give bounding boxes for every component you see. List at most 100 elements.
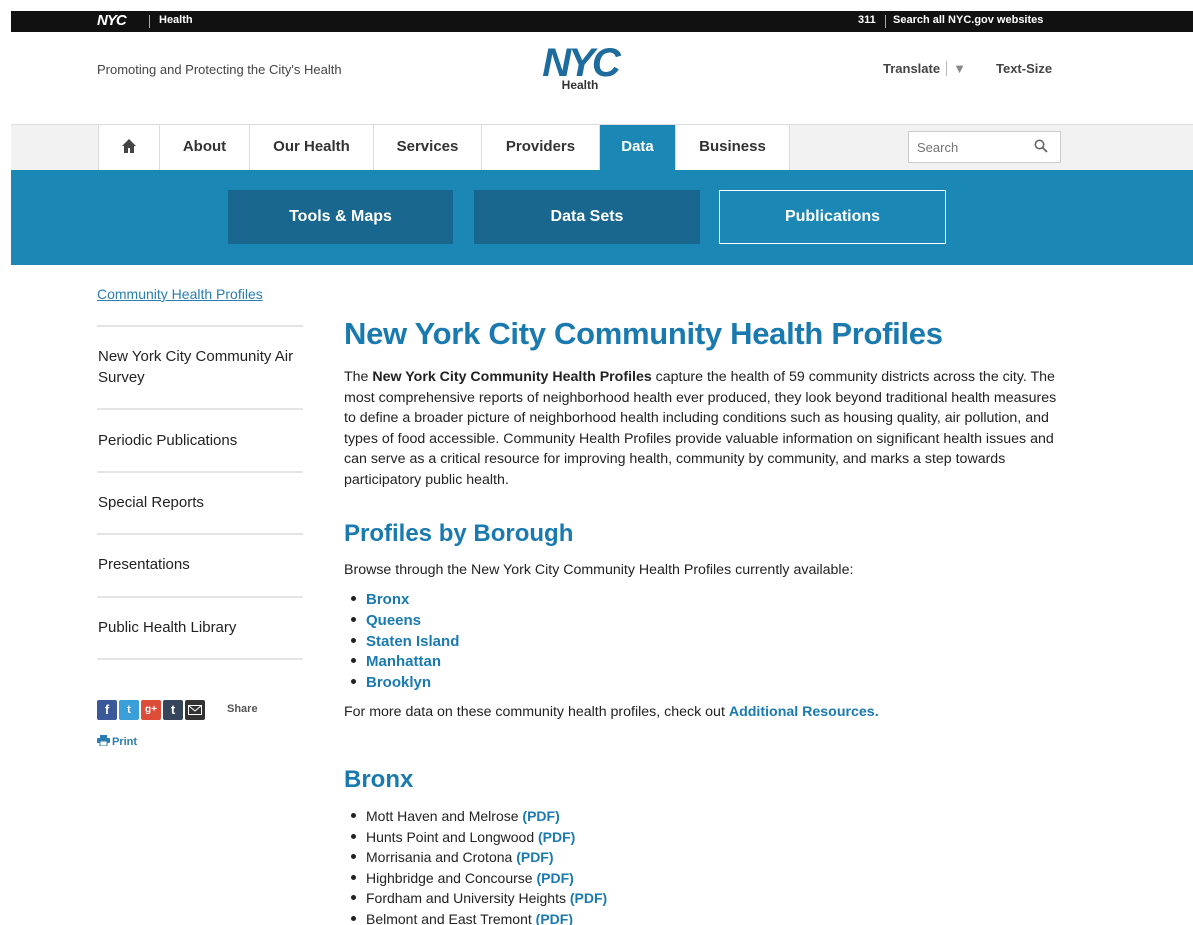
list-item: Highbridge and Concourse (PDF) [351,868,607,889]
nav-services[interactable]: Services [373,125,481,171]
share-label[interactable]: Share [227,703,258,715]
bullet [351,915,356,921]
facebook-icon[interactable]: f [97,700,117,720]
sidebar-item-special-reports[interactable]: Special Reports [98,492,303,513]
list-item: Hunts Point and Longwood (PDF) [351,827,607,848]
list-item[interactable]: Bronx [351,590,459,611]
nyc-mini-logo[interactable]: NYC [97,12,127,29]
pdf-link[interactable]: (PDF) [516,849,553,865]
list-item: Fordham and University Heights (PDF) [351,888,607,909]
borough-link-manhattan[interactable]: Manhattan [366,653,441,670]
divider [97,408,303,410]
bullet [351,833,356,839]
email-icon[interactable] [185,700,205,720]
chevron-down-icon: ▼ [946,61,966,76]
nav-home[interactable] [98,125,159,171]
district-name: Hunts Point and Longwood [366,828,535,845]
google-plus-icon[interactable]: g+ [141,700,161,720]
more-data-text: For more data on these community health … [344,704,879,720]
bullet [351,596,356,601]
sidebar-item-public-health-library[interactable]: Public Health Library [98,617,303,638]
sidebar-item-air-survey[interactable]: New York City Community Air Survey [98,346,303,388]
borough-link-queens[interactable]: Queens [366,612,421,629]
tagline: Promoting and Protecting the City's Heal… [97,62,342,77]
list-item: Morrisania and Crotona (PDF) [351,847,607,868]
translate-button[interactable]: Translate ▼ [883,61,966,76]
borough-list: Bronx Queens Staten Island Manhattan Bro… [351,590,459,694]
district-name: Mott Haven and Melrose [366,808,519,824]
borough-link-brooklyn[interactable]: Brooklyn [366,674,431,691]
bullet [351,874,356,880]
sidebar-item-presentations[interactable]: Presentations [98,554,303,575]
search-icon[interactable] [1034,139,1048,153]
print-button[interactable]: Print [97,735,137,748]
nav-about[interactable]: About [159,125,249,171]
divider [97,533,303,535]
borough-link-staten-island[interactable]: Staten Island [366,633,459,650]
additional-resources-link[interactable]: Additional Resources. [729,704,879,720]
divider [149,15,150,28]
tools-maps-button[interactable]: Tools & Maps [228,190,453,244]
text-size-button[interactable]: Text-Size [996,61,1052,76]
intro-bold-text: New York City Community Health Profiles [372,369,652,385]
header: Promoting and Protecting the City's Heal… [11,32,1193,124]
nav-providers[interactable]: Providers [481,125,599,171]
311-link[interactable]: 311 [858,14,876,26]
pdf-link[interactable]: (PDF) [536,870,573,886]
district-name: Fordham and University Heights [366,890,566,906]
pdf-link[interactable]: (PDF) [522,808,559,824]
pdf-link[interactable]: (PDF) [538,829,575,845]
bullet [351,813,356,818]
list-item[interactable]: Staten Island [351,632,459,653]
search-all-link[interactable]: Search all NYC.gov websites [893,14,1043,26]
intro-text-rest: capture the health of 59 community distr… [344,369,1057,488]
publications-button[interactable]: Publications [719,190,946,244]
nav-our-health[interactable]: Our Health [249,125,373,171]
bronx-heading: Bronx [344,766,414,793]
translate-label: Translate [883,61,941,76]
pdf-link[interactable]: (PDF) [536,911,573,925]
bullet [351,658,356,664]
bullet [351,679,356,685]
list-item: Belmont and East Tremont (PDF) [351,909,607,925]
nav-business[interactable]: Business [675,125,790,171]
page: NYC Health 311 Search all NYC.gov websit… [11,11,1193,925]
home-icon [122,139,136,153]
bullet [351,895,356,900]
data-sets-button[interactable]: Data Sets [474,190,700,244]
district-name: Highbridge and Concourse [366,869,533,886]
page-title: New York City Community Health Profiles [344,316,943,351]
divider [97,325,303,327]
district-name: Morrisania and Crotona [366,849,513,865]
divider [885,15,886,28]
bullet [351,637,356,643]
nyc-health-logo[interactable]: NYC Health [537,43,623,92]
bullet [351,616,356,622]
list-item[interactable]: Brooklyn [351,673,459,694]
divider [97,471,303,473]
search-box [908,131,1061,163]
pdf-link[interactable]: (PDF) [570,890,607,906]
data-subnav: Tools & Maps Data Sets Publications [11,170,1193,265]
more-data-label: For more data on these community health … [344,704,729,720]
bronx-district-list: Mott Haven and Melrose (PDF) Hunts Point… [351,806,607,925]
sidebar-item-periodic-publications[interactable]: Periodic Publications [98,430,303,451]
main-nav: About Our Health Services Providers Data… [11,124,1193,171]
list-item[interactable]: Manhattan [351,652,459,673]
search-input[interactable] [909,132,1019,162]
list-item[interactable]: Queens [351,611,459,632]
list-item: Mott Haven and Melrose (PDF) [351,806,607,827]
browse-text: Browse through the New York City Communi… [344,562,854,578]
nav-data[interactable]: Data [599,125,675,171]
twitter-icon[interactable]: t [119,700,139,720]
district-name: Belmont and East Tremont [366,910,532,925]
borough-link-bronx[interactable]: Bronx [366,591,409,608]
divider [97,596,303,598]
printer-icon [97,735,110,746]
agency-link[interactable]: Health [159,14,193,26]
top-bar: NYC Health 311 Search all NYC.gov websit… [11,11,1193,32]
sidebar-current-link[interactable]: Community Health Profiles [97,286,263,302]
intro-paragraph: The New York City Community Health Profi… [344,367,1064,490]
tumblr-icon[interactable]: t [163,700,183,720]
boroughs-heading: Profiles by Borough [344,520,574,547]
